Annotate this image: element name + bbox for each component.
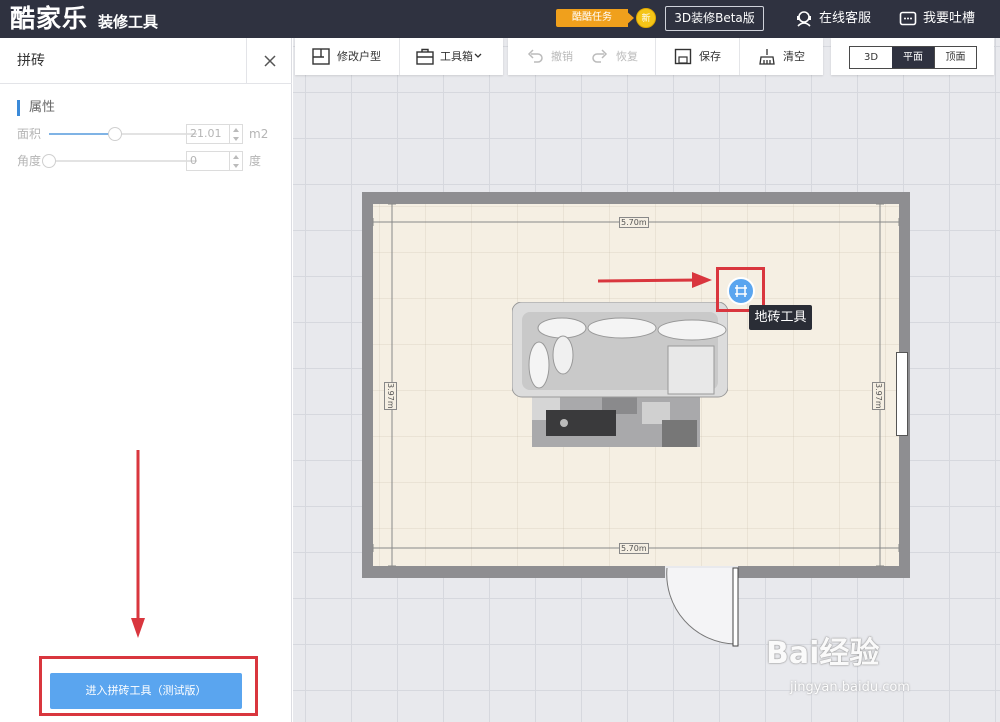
baidu-watermark-logo: Bai经验: [766, 636, 880, 671]
baidu-watermark-url: jingyan.baidu.com: [790, 680, 910, 695]
grid-icon: [735, 285, 747, 297]
annotation-arrows: [131, 272, 712, 638]
tile-tool-tooltip: 地砖工具: [749, 305, 812, 330]
app-root: 酷家乐 装修工具 酷酷任务 新 3D装修Beta版 在线客服 我要吐槽 拼砖 属…: [0, 0, 1000, 722]
tile-tool-button[interactable]: [727, 277, 755, 305]
